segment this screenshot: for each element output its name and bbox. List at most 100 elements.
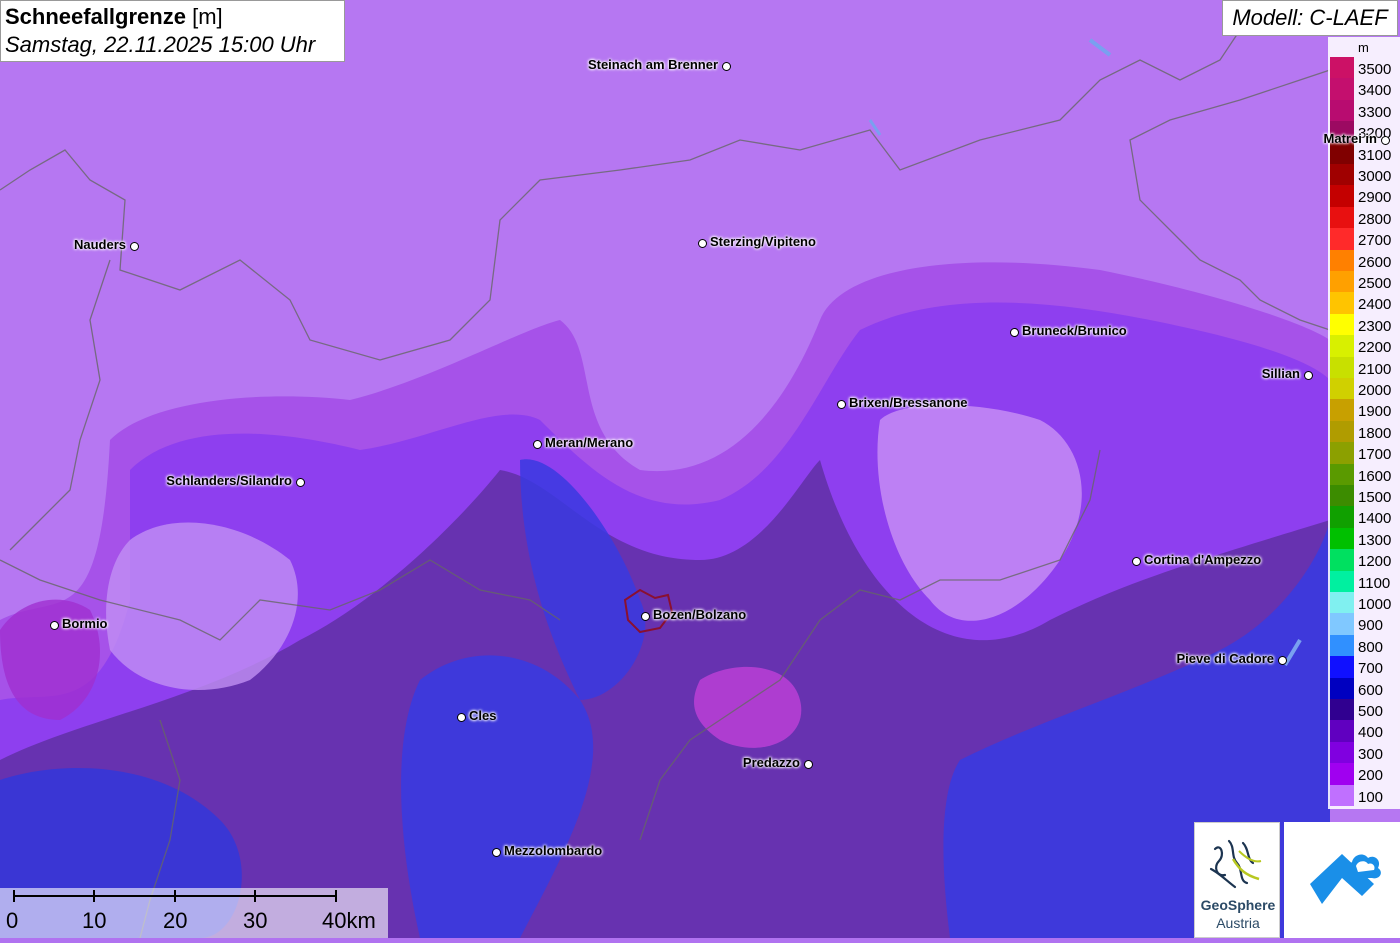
legend-swatch [1330, 442, 1354, 464]
legend-item: 600 [1330, 677, 1400, 699]
logo-line2: Austria [1216, 915, 1260, 931]
city-label[interactable]: Pieve di Cadore [1176, 651, 1274, 666]
legend-label: 1500 [1358, 489, 1392, 506]
city-label[interactable]: Schlanders/Silandro [166, 473, 292, 488]
map-title: Schneefallgrenze [m] [5, 3, 340, 31]
city-label[interactable]: Bozen/Bolzano [653, 607, 746, 622]
city-marker[interactable] [1278, 656, 1287, 665]
legend-item: 2800 [1330, 206, 1400, 229]
legend-item: 3500 [1330, 57, 1400, 79]
legend-label: 3000 [1358, 168, 1392, 185]
city-label[interactable]: Cortina d'Ampezzo [1144, 552, 1261, 567]
city-label[interactable]: Bormio [62, 616, 108, 631]
legend-item: 2300 [1330, 313, 1400, 336]
legend-swatch [1330, 485, 1354, 507]
city-label[interactable]: Steinach am Brenner [588, 57, 718, 72]
legend-item: 2900 [1330, 185, 1400, 207]
app-logo[interactable] [1284, 822, 1400, 938]
legend-label: 100 [1358, 788, 1384, 806]
legend-item: 1300 [1330, 527, 1400, 550]
legend-swatch [1330, 463, 1354, 485]
city-marker[interactable] [1304, 371, 1313, 380]
legend-swatch [1330, 292, 1354, 314]
city-marker[interactable] [296, 478, 305, 487]
legend-item: 400 [1330, 720, 1400, 742]
legend-label: 2300 [1358, 317, 1392, 335]
cloud-arrow-icon [1310, 854, 1381, 904]
legend-swatch [1330, 763, 1354, 785]
city-label[interactable]: Meran/Merano [545, 435, 633, 450]
legend-item: 1800 [1330, 420, 1400, 443]
logo-line1: GeoSphere [1200, 897, 1276, 913]
legend-label: 2700 [1358, 232, 1392, 250]
legend-swatch [1330, 185, 1354, 207]
legend-swatch [1330, 313, 1354, 336]
legend-label: 2900 [1358, 189, 1392, 207]
city-label[interactable]: Brixen/Bressanone [849, 395, 968, 410]
city-label[interactable]: Bruneck/Brunico [1022, 323, 1127, 338]
legend-item: 1100 [1330, 570, 1400, 592]
city-marker[interactable] [130, 242, 139, 251]
legend-item: 2400 [1330, 292, 1400, 314]
scale-label-20: 20 [163, 908, 188, 933]
legend-item: 500 [1330, 699, 1400, 721]
legend-swatch [1330, 677, 1354, 699]
legend-label: 700 [1358, 660, 1384, 678]
legend-item: 1200 [1330, 549, 1400, 571]
legend-swatch [1330, 99, 1354, 122]
legend-swatch [1330, 271, 1354, 293]
legend-swatch [1330, 527, 1354, 550]
legend-item: 3000 [1330, 164, 1400, 186]
map-title-main: Schneefallgrenze [5, 4, 186, 29]
legend-swatch [1330, 592, 1354, 614]
snowline-map[interactable] [0, 0, 1400, 938]
legend-label: 1400 [1358, 510, 1392, 528]
legend-item: 1000 [1330, 592, 1400, 614]
city-label[interactable]: Cles [469, 708, 496, 723]
city-marker[interactable] [722, 62, 731, 71]
legend-label: 900 [1358, 617, 1384, 635]
city-label[interactable]: Predazzo [743, 755, 800, 770]
legend-label: 3100 [1358, 146, 1392, 164]
city-marker[interactable] [698, 239, 707, 248]
legend-label: 800 [1358, 638, 1384, 656]
legend-item: 3400 [1330, 78, 1400, 100]
city-marker[interactable] [492, 848, 501, 857]
legend-swatch [1330, 356, 1354, 378]
city-marker[interactable] [533, 440, 542, 449]
legend-item: 2200 [1330, 335, 1400, 357]
city-marker[interactable] [837, 400, 846, 409]
legend-item: 1400 [1330, 506, 1400, 528]
city-marker[interactable] [804, 760, 813, 769]
legend-item: 2000 [1330, 378, 1400, 400]
city-label[interactable]: Sillian [1262, 366, 1300, 381]
map-title-box: Schneefallgrenze [m] Samstag, 22.11.2025… [0, 0, 345, 62]
legend-swatch [1330, 741, 1354, 764]
legend-swatch [1330, 78, 1354, 100]
city-label[interactable]: Mezzolombardo [504, 843, 602, 858]
city-label[interactable]: Matrei in [1324, 131, 1377, 146]
legend-label: 1600 [1358, 467, 1392, 485]
city-marker[interactable] [641, 612, 650, 621]
city-label[interactable]: Nauders [74, 237, 126, 252]
city-marker[interactable] [1010, 328, 1019, 337]
geosphere-mark-icon [1209, 839, 1262, 889]
city-marker[interactable] [1381, 136, 1390, 145]
legend-swatch [1330, 228, 1354, 250]
city-label[interactable]: Sterzing/Vipiteno [710, 234, 816, 249]
legend-item: 200 [1330, 763, 1400, 785]
legend-label: 1100 [1358, 574, 1391, 592]
legend-swatch [1330, 656, 1354, 678]
city-marker[interactable] [1132, 557, 1141, 566]
legend-swatch [1330, 378, 1354, 400]
legend-swatch [1330, 613, 1354, 635]
legend-item: 900 [1330, 613, 1400, 635]
city-marker[interactable] [50, 621, 59, 630]
legend-swatch [1330, 335, 1354, 357]
legend-label: 500 [1358, 703, 1384, 720]
scale-label-10: 10 [82, 908, 107, 933]
legend-swatch [1330, 164, 1354, 186]
city-marker[interactable] [457, 713, 466, 722]
legend-label: 1800 [1358, 424, 1392, 442]
geosphere-logo[interactable]: GeoSphere Austria [1194, 822, 1280, 938]
